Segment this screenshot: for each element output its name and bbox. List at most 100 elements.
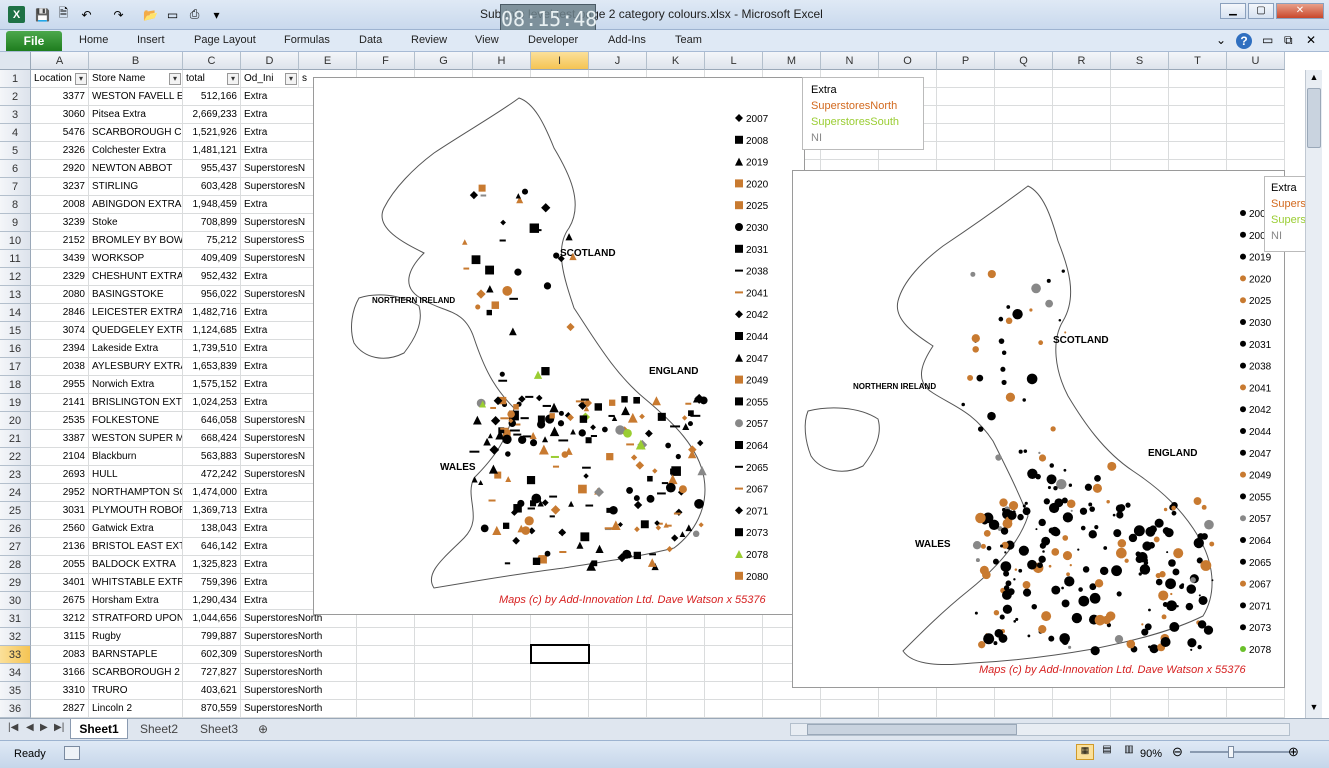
table-cell[interactable]: 646,142 xyxy=(183,538,241,556)
table-cell[interactable]: SuperstoresNorth xyxy=(241,646,357,664)
table-cell[interactable]: STIRLING xyxy=(89,178,183,196)
macro-record-icon[interactable] xyxy=(64,746,80,760)
table-cell[interactable]: NEWTON ABBOT xyxy=(89,160,183,178)
empty-cell[interactable] xyxy=(357,646,415,664)
row-header[interactable]: 14 xyxy=(0,304,31,322)
table-cell[interactable]: 1,575,152 xyxy=(183,376,241,394)
empty-cell[interactable] xyxy=(1169,700,1227,718)
table-cell[interactable]: 3310 xyxy=(31,682,89,700)
table-cell[interactable]: 3074 xyxy=(31,322,89,340)
row-header[interactable]: 34 xyxy=(0,664,31,682)
empty-cell[interactable] xyxy=(1111,142,1169,160)
empty-cell[interactable] xyxy=(1111,70,1169,88)
table-cell[interactable]: 1,024,253 xyxy=(183,394,241,412)
redo-icon[interactable]: ↷ xyxy=(110,6,127,23)
empty-cell[interactable] xyxy=(1053,88,1111,106)
empty-cell[interactable] xyxy=(1169,88,1227,106)
table-cell[interactable]: WESTON FAVELL EXT xyxy=(89,88,183,106)
save-as-icon[interactable]: 🗎 xyxy=(55,6,72,23)
table-cell[interactable]: 2920 xyxy=(31,160,89,178)
table-cell[interactable]: 1,325,823 xyxy=(183,556,241,574)
table-cell[interactable]: 2329 xyxy=(31,268,89,286)
minimize-button[interactable]: ▁ xyxy=(1220,3,1246,19)
empty-cell[interactable] xyxy=(531,664,589,682)
table-cell[interactable]: SCARBOROUGH 2 xyxy=(89,664,183,682)
empty-cell[interactable] xyxy=(1053,70,1111,88)
table-cell[interactable]: 2326 xyxy=(31,142,89,160)
table-cell[interactable]: STRATFORD UPON A xyxy=(89,610,183,628)
tab-add-ins[interactable]: Add-Ins xyxy=(608,34,646,46)
table-cell[interactable]: 2136 xyxy=(31,538,89,556)
empty-cell[interactable] xyxy=(357,682,415,700)
table-cell[interactable]: 602,309 xyxy=(183,646,241,664)
zoom-out-icon[interactable]: ⊖ xyxy=(1172,744,1183,760)
table-cell[interactable]: 3060 xyxy=(31,106,89,124)
col-header-E[interactable]: E xyxy=(299,52,357,70)
row-header[interactable]: 31 xyxy=(0,610,31,628)
row-header[interactable]: 18 xyxy=(0,376,31,394)
table-cell[interactable]: 512,166 xyxy=(183,88,241,106)
header-cell-c[interactable]: total ▾ xyxy=(183,70,241,88)
empty-cell[interactable] xyxy=(879,700,937,718)
save-icon[interactable]: 💾 xyxy=(34,6,51,23)
row-header[interactable]: 6 xyxy=(0,160,31,178)
table-cell[interactable]: 1,044,656 xyxy=(183,610,241,628)
table-cell[interactable]: 1,474,000 xyxy=(183,484,241,502)
minimize-ribbon-icon[interactable]: ⌄ xyxy=(1216,33,1226,47)
tab-formulas[interactable]: Formulas xyxy=(284,34,330,46)
table-cell[interactable]: 1,482,716 xyxy=(183,304,241,322)
row-header[interactable]: 7 xyxy=(0,178,31,196)
col-header-H[interactable]: H xyxy=(473,52,531,70)
col-header-C[interactable]: C xyxy=(183,52,241,70)
table-cell[interactable]: 563,883 xyxy=(183,448,241,466)
col-header-K[interactable]: K xyxy=(647,52,705,70)
empty-cell[interactable] xyxy=(821,700,879,718)
empty-cell[interactable] xyxy=(763,700,821,718)
row-header[interactable]: 9 xyxy=(0,214,31,232)
table-cell[interactable]: 3115 xyxy=(31,628,89,646)
table-cell[interactable]: 3387 xyxy=(31,430,89,448)
empty-cell[interactable] xyxy=(589,682,647,700)
col-header-D[interactable]: D xyxy=(241,52,299,70)
table-cell[interactable]: CHESHUNT EXTRA xyxy=(89,268,183,286)
empty-cell[interactable] xyxy=(937,106,995,124)
table-cell[interactable]: Norwich Extra xyxy=(89,376,183,394)
table-cell[interactable]: BASINGSTOKE xyxy=(89,286,183,304)
col-header-U[interactable]: U xyxy=(1227,52,1285,70)
table-cell[interactable]: Lakeside Extra xyxy=(89,340,183,358)
empty-cell[interactable] xyxy=(647,664,705,682)
vertical-scrollbar[interactable]: ▲ ▼ xyxy=(1305,70,1322,718)
filter-dropdown-icon[interactable]: ▾ xyxy=(285,73,297,85)
empty-cell[interactable] xyxy=(1053,142,1111,160)
table-cell[interactable]: 799,887 xyxy=(183,628,241,646)
col-header-T[interactable]: T xyxy=(1169,52,1227,70)
table-cell[interactable]: SCARBOROUGH C xyxy=(89,124,183,142)
zoom-slider[interactable] xyxy=(1190,746,1290,758)
row-header[interactable]: 16 xyxy=(0,340,31,358)
tab-data[interactable]: Data xyxy=(359,34,382,46)
empty-cell[interactable] xyxy=(705,664,763,682)
col-header-L[interactable]: L xyxy=(705,52,763,70)
empty-cell[interactable] xyxy=(357,700,415,718)
table-cell[interactable]: 759,396 xyxy=(183,574,241,592)
empty-cell[interactable] xyxy=(995,142,1053,160)
row-header[interactable]: 2 xyxy=(0,88,31,106)
open-folder-icon[interactable]: 📂 xyxy=(142,6,159,23)
table-cell[interactable]: Rugby xyxy=(89,628,183,646)
table-cell[interactable]: QUEDGELEY EXTRA xyxy=(89,322,183,340)
zoom-in-icon[interactable]: ⊕ xyxy=(1288,744,1299,760)
table-cell[interactable]: Colchester Extra xyxy=(89,142,183,160)
filter-dropdown-icon[interactable]: ▾ xyxy=(75,73,87,85)
empty-cell[interactable] xyxy=(357,664,415,682)
row-header[interactable]: 26 xyxy=(0,520,31,538)
empty-cell[interactable] xyxy=(647,628,705,646)
horizontal-scrollbar[interactable] xyxy=(790,723,1290,736)
row-header[interactable]: 29 xyxy=(0,574,31,592)
filter-dropdown-icon[interactable]: ▾ xyxy=(227,73,239,85)
table-cell[interactable]: 3166 xyxy=(31,664,89,682)
empty-cell[interactable] xyxy=(705,682,763,700)
table-cell[interactable]: 2,669,233 xyxy=(183,106,241,124)
table-cell[interactable]: 1,521,926 xyxy=(183,124,241,142)
table-cell[interactable]: 2560 xyxy=(31,520,89,538)
row-header[interactable]: 32 xyxy=(0,628,31,646)
